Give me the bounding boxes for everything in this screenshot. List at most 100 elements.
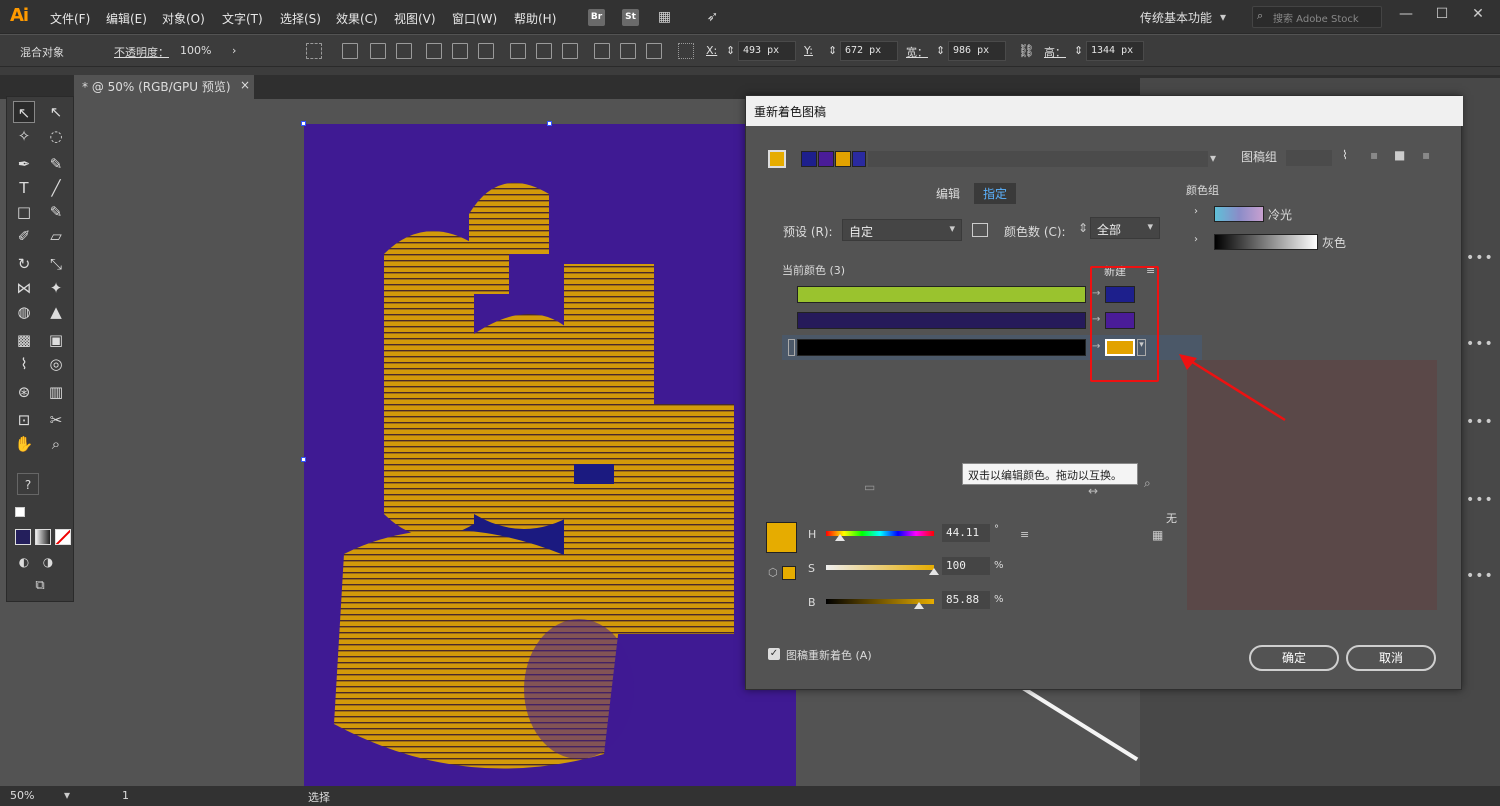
menu-effect[interactable]: 效果(C)	[336, 10, 378, 27]
current-color-row-3[interactable]	[797, 339, 1086, 356]
harmony-chevron-icon[interactable]: ▾	[1210, 151, 1216, 165]
x-stepper-icon[interactable]: ⇕	[726, 44, 735, 57]
color-count-stepper-icon[interactable]: ⇕	[1078, 221, 1088, 235]
distribute-bottom-icon[interactable]	[562, 43, 578, 59]
artboard[interactable]	[304, 124, 796, 786]
constrain-proportions-icon[interactable]: ⛓	[1018, 44, 1035, 59]
distribute-middle-icon[interactable]	[536, 43, 552, 59]
y-field[interactable]: 672 px	[840, 41, 898, 61]
width-tool-icon[interactable]: ⋈	[13, 277, 35, 299]
menu-view[interactable]: 视图(V)	[394, 10, 436, 27]
help-icon[interactable]: ?	[17, 473, 39, 495]
align-left-icon[interactable]	[342, 43, 358, 59]
saturation-slider-thumb[interactable]	[929, 568, 939, 575]
more-options-icon[interactable]: •••	[1466, 336, 1494, 352]
align-right-icon[interactable]	[396, 43, 412, 59]
document-tab[interactable]: * @ 50% (RGB/GPU 预览) ×	[74, 75, 254, 99]
align-top-icon[interactable]	[426, 43, 442, 59]
opacity-value[interactable]: 100%	[180, 44, 211, 57]
merge-colors-icon[interactable]: ▭	[864, 480, 875, 494]
gamut-swatch[interactable]	[782, 566, 796, 580]
shape-builder-tool-icon[interactable]: ◍	[13, 301, 35, 323]
none-swatch[interactable]	[55, 529, 71, 545]
height-field[interactable]: 1344 px	[1086, 41, 1144, 61]
eraser-tool-icon[interactable]: ▱	[45, 225, 67, 247]
distribute-center-icon[interactable]	[620, 43, 636, 59]
harmony-swatch-2[interactable]	[818, 151, 834, 167]
draw-behind-icon[interactable]: ◑	[37, 551, 59, 573]
current-color-row-1[interactable]	[797, 286, 1086, 303]
chevron-down-icon[interactable]: ▾	[1220, 10, 1226, 24]
harmony-swatch-1[interactable]	[801, 151, 817, 167]
zoom-level[interactable]: 50%	[10, 789, 34, 802]
expand-chevron-icon[interactable]: ›	[1194, 234, 1198, 245]
selection-tool-icon[interactable]: ↖	[13, 101, 35, 123]
hand-tool-icon[interactable]: ✋	[13, 433, 35, 455]
color-group-swatch-cool[interactable]	[1214, 206, 1264, 222]
artboard-tool-icon[interactable]: ⊡	[13, 409, 35, 431]
align-center-icon[interactable]	[370, 43, 386, 59]
hue-slider-thumb[interactable]	[835, 534, 845, 541]
arrange-documents-icon[interactable]: ▦	[656, 9, 673, 26]
tab-assign[interactable]: 指定	[974, 183, 1017, 204]
more-options-icon[interactable]: •••	[1466, 492, 1494, 508]
menu-help[interactable]: 帮助(H)	[514, 10, 556, 27]
saturation-field[interactable]: 100	[942, 557, 990, 575]
menu-edit[interactable]: 编辑(E)	[106, 10, 147, 27]
selection-handle[interactable]	[301, 121, 306, 126]
delete-icon[interactable]: ▪	[1422, 148, 1430, 162]
preset-options-icon[interactable]	[972, 223, 988, 237]
width-stepper-icon[interactable]: ⇕	[936, 44, 945, 57]
recolor-artwork-checkbox[interactable]: ✓	[768, 648, 780, 660]
zoom-chevron-icon[interactable]: ▾	[64, 788, 70, 802]
color-groups-table-icon[interactable]: ▦	[1152, 528, 1163, 542]
stock-search-input[interactable]: ⌕ 搜索 Adobe Stock	[1252, 6, 1382, 28]
preset-select[interactable]: 自定 ▾	[842, 219, 962, 241]
puppet-warp-tool-icon[interactable]: ✦	[45, 277, 67, 299]
cancel-button[interactable]: 取消	[1346, 645, 1436, 671]
opacity-chevron-icon[interactable]: ›	[232, 44, 236, 57]
curvature-tool-icon[interactable]: ✎	[45, 153, 67, 175]
fill-color-swatch[interactable]	[15, 529, 31, 545]
minimize-icon[interactable]: —	[1392, 6, 1420, 26]
expand-chevron-icon[interactable]: ›	[1194, 206, 1198, 217]
draw-normal-icon[interactable]: ◐	[13, 551, 35, 573]
close-icon[interactable]: ✕	[1464, 6, 1492, 26]
current-color-row-2[interactable]	[797, 312, 1086, 329]
scale-tool-icon[interactable]: ⤡	[45, 253, 67, 275]
menu-window[interactable]: 窗口(W)	[452, 10, 497, 27]
find-color-icon[interactable]: ⌕	[1144, 476, 1151, 491]
brightness-field[interactable]: 85.88	[942, 591, 990, 609]
menu-file[interactable]: 文件(F)	[50, 10, 90, 27]
x-field[interactable]: 493 px	[738, 41, 796, 61]
gradient-swatch[interactable]	[35, 529, 51, 545]
width-field[interactable]: 986 px	[948, 41, 1006, 61]
page-number[interactable]: 1	[122, 789, 129, 802]
stock-icon[interactable]: St	[622, 9, 639, 26]
selected-color-large-swatch[interactable]	[766, 522, 797, 553]
color-count-select[interactable]: 全部 ▾	[1090, 217, 1160, 239]
menu-object[interactable]: 对象(O)	[162, 10, 205, 27]
workspace-switcher[interactable]: 传统基本功能	[1140, 9, 1212, 26]
gpu-performance-icon[interactable]: ➶	[704, 9, 721, 26]
zoom-tool-icon[interactable]: ⌕	[45, 433, 67, 455]
type-tool-icon[interactable]: T	[13, 177, 35, 199]
more-options-icon[interactable]: •••	[1466, 568, 1494, 584]
column-graph-tool-icon[interactable]: ▥	[45, 381, 67, 403]
line-tool-icon[interactable]: ╱	[45, 177, 67, 199]
align-to-selection-icon[interactable]	[306, 43, 322, 59]
bridge-icon[interactable]: Br	[588, 9, 605, 26]
color-group-gray-label[interactable]: 灰色	[1322, 234, 1346, 251]
height-stepper-icon[interactable]: ⇕	[1074, 44, 1083, 57]
default-colors-icon[interactable]	[15, 507, 25, 517]
perspective-grid-tool-icon[interactable]: ▲	[45, 301, 67, 323]
tab-edit[interactable]: 编辑	[936, 185, 960, 202]
ok-button[interactable]: 确定	[1249, 645, 1339, 671]
mesh-tool-icon[interactable]: ▩	[13, 329, 35, 351]
magic-wand-tool-icon[interactable]: ✧	[13, 125, 35, 147]
out-of-gamut-icon[interactable]: ⬡	[768, 566, 778, 579]
row-handle-icon[interactable]	[788, 339, 795, 356]
selection-handle[interactable]	[301, 457, 306, 462]
artwork-group-name-field[interactable]	[1286, 150, 1332, 166]
more-options-icon[interactable]: •••	[1466, 414, 1494, 430]
